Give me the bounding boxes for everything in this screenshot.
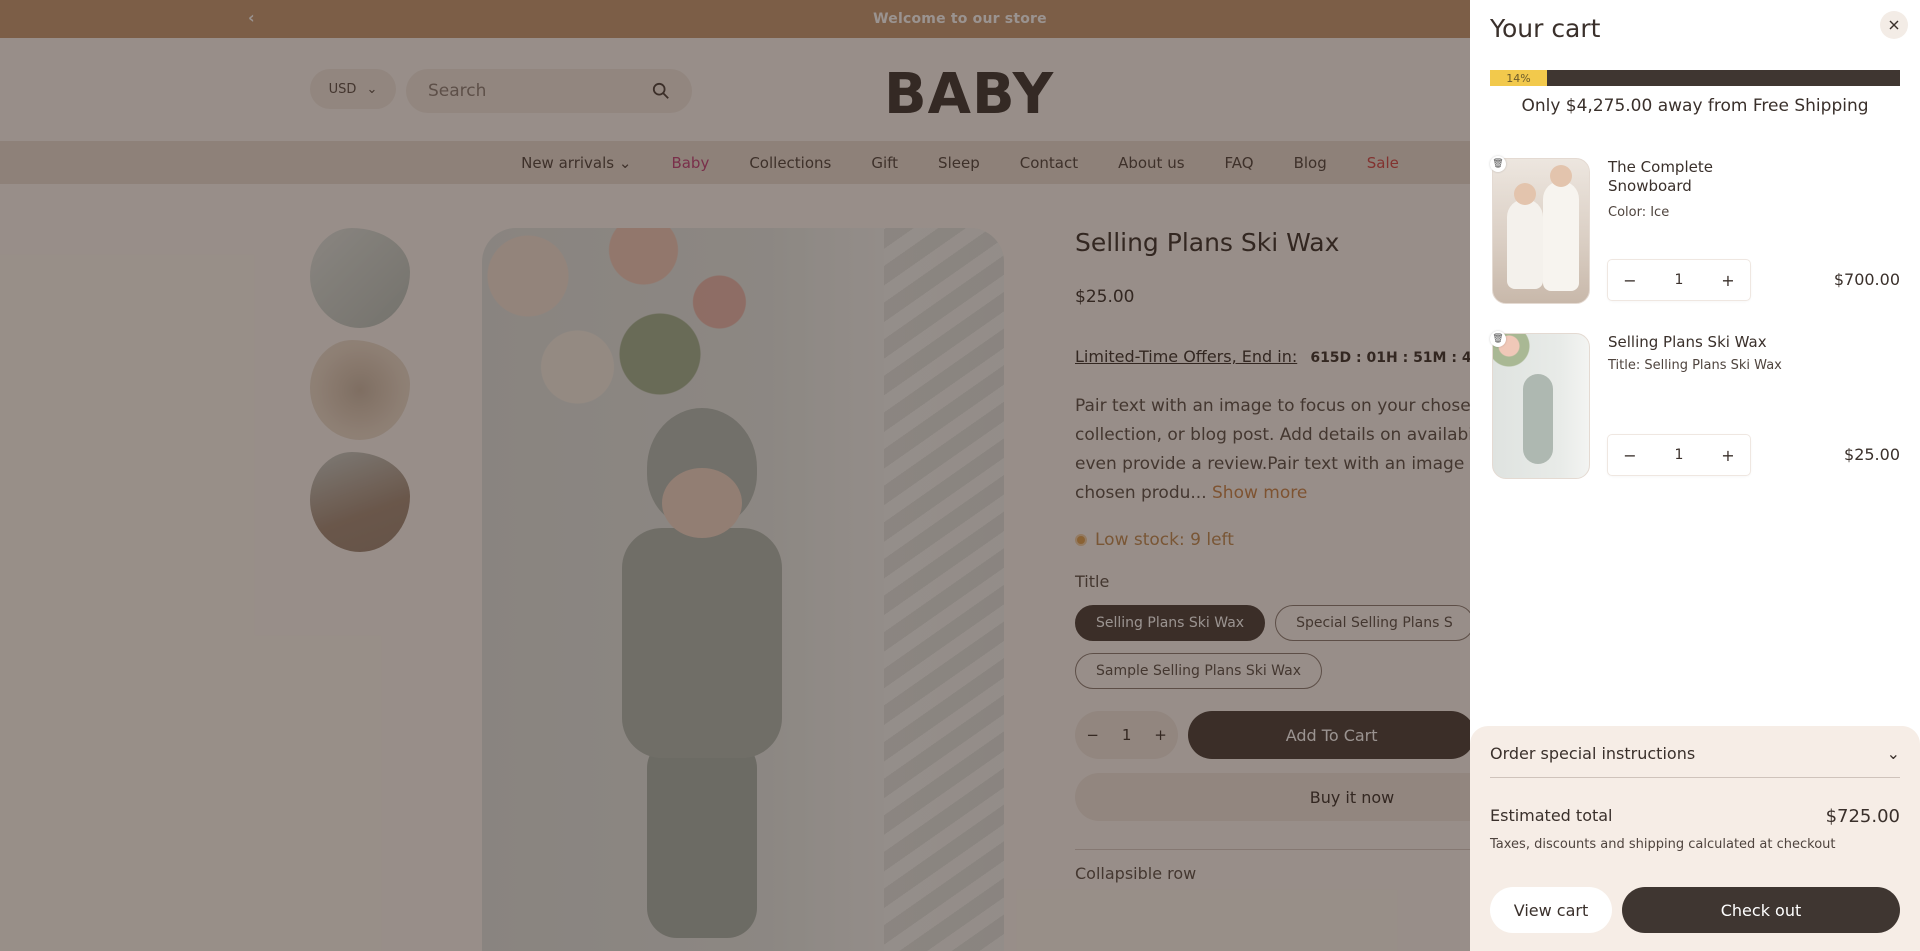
cart-footer: Order special instructions ⌄ Estimated t… — [1470, 726, 1920, 951]
cart-item-image[interactable] — [1492, 333, 1590, 479]
cart-item: 🗑 Selling Plans Ski Wax Title: Selling P… — [1490, 331, 1900, 479]
progress-label: 14% — [1506, 71, 1531, 85]
shipping-message: Only $4,275.00 away from Free Shipping — [1521, 96, 1869, 116]
taxes-note: Taxes, discounts and shipping calculated… — [1490, 837, 1836, 852]
plus-icon[interactable]: + — [1720, 271, 1736, 290]
estimated-total-value: $725.00 — [1825, 806, 1900, 827]
minus-icon[interactable]: − — [1622, 271, 1638, 290]
checkout-button[interactable]: Check out — [1622, 887, 1900, 933]
cart-drawer: Your cart 14% Only $4,275.00 away from F… — [1470, 0, 1920, 951]
quantity-stepper: − 1 + — [1608, 435, 1750, 475]
plus-icon[interactable]: + — [1720, 446, 1736, 465]
minus-icon[interactable]: − — [1622, 446, 1638, 465]
cart-item-price: $25.00 — [1844, 445, 1900, 464]
cart-title: Your cart — [1490, 14, 1601, 43]
cart-item-name[interactable]: Selling Plans Ski Wax — [1608, 333, 1788, 352]
cart-item: 🗑 The Complete Snowboard Color: Ice − 1 … — [1490, 156, 1900, 304]
special-instructions-toggle[interactable]: Order special instructions ⌄ — [1490, 744, 1900, 778]
estimated-total: Estimated total $725.00 — [1490, 806, 1900, 827]
close-icon[interactable] — [1880, 11, 1908, 39]
trash-icon[interactable]: 🗑 — [1490, 331, 1506, 347]
cart-item-name[interactable]: The Complete Snowboard — [1608, 158, 1788, 196]
quantity-value[interactable]: 1 — [1675, 272, 1684, 288]
cart-item-price: $700.00 — [1833, 270, 1900, 289]
cart-item-option: Title: Selling Plans Ski Wax — [1608, 358, 1782, 373]
estimated-total-label: Estimated total — [1490, 806, 1613, 825]
quantity-stepper: − 1 + — [1608, 260, 1750, 300]
free-shipping-progress: 14% — [1490, 70, 1900, 86]
view-cart-button[interactable]: View cart — [1490, 887, 1612, 933]
trash-icon[interactable]: 🗑 — [1490, 156, 1506, 172]
cart-item-option: Color: Ice — [1608, 205, 1670, 220]
quantity-value[interactable]: 1 — [1675, 447, 1684, 463]
cart-item-image[interactable] — [1492, 158, 1590, 304]
chevron-down-icon: ⌄ — [1886, 744, 1900, 763]
